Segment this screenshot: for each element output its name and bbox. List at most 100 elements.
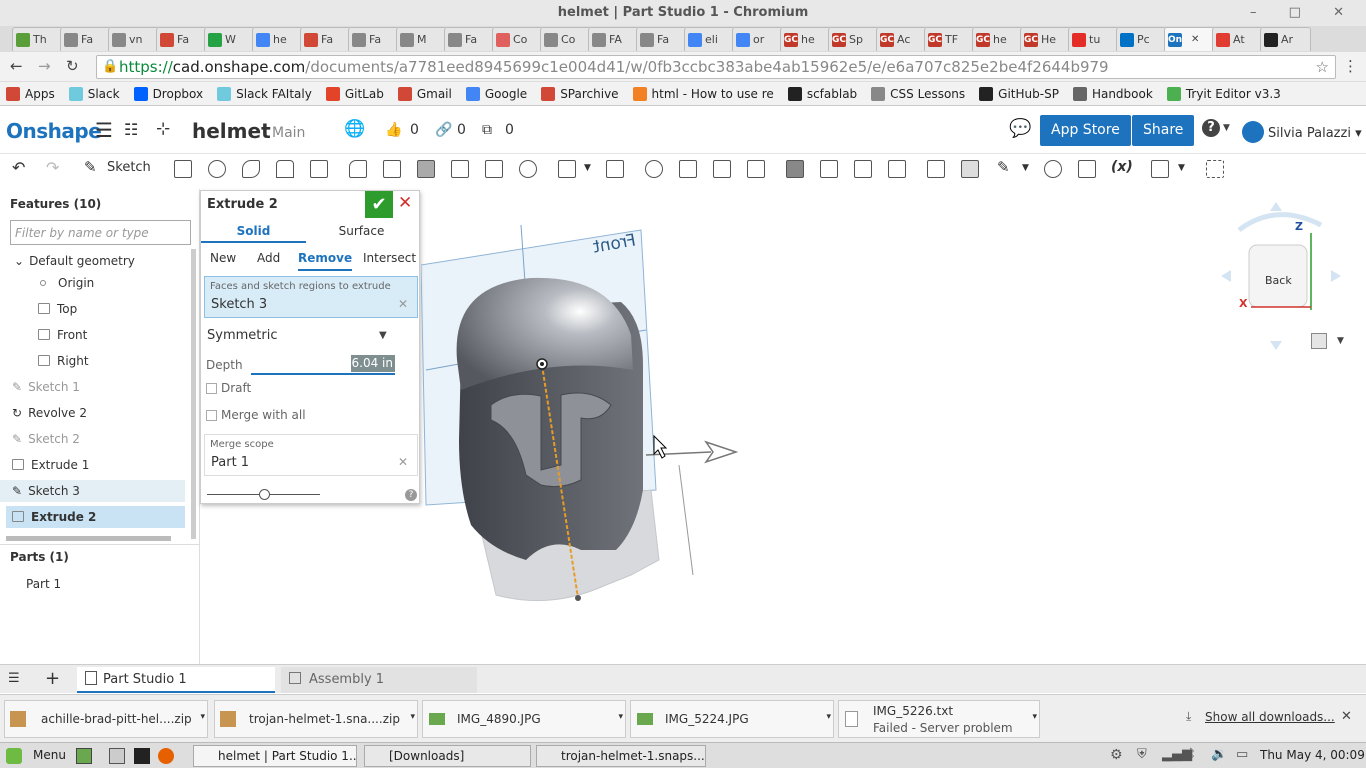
browser-menu-icon[interactable]: ⋮ [1343, 57, 1358, 75]
feature-sketch-2[interactable]: ✎ Sketch 2 [0, 428, 185, 450]
feature-chevron-down-icon[interactable]: ▼ [1178, 163, 1185, 173]
feature-origin[interactable]: Origin [0, 272, 185, 294]
feature-list-hscrollbar[interactable] [6, 536, 171, 541]
browser-tab[interactable]: Co [492, 27, 543, 51]
thicken-icon[interactable] [310, 160, 328, 178]
browser-tab[interactable]: W [204, 27, 255, 51]
browser-tab[interactable]: Ar [1260, 27, 1311, 51]
forward-icon[interactable]: → [38, 57, 51, 75]
bookmark-item[interactable]: Slack [68, 86, 120, 101]
feature-front-plane[interactable]: Front [0, 324, 185, 346]
reload-icon[interactable]: ↻ [66, 57, 79, 75]
delete-part-icon[interactable] [747, 160, 765, 178]
bookmark-item[interactable]: CSS Lessons [871, 86, 965, 101]
hole-icon[interactable] [519, 160, 537, 178]
browser-tab[interactable]: Fa [300, 27, 351, 51]
close-tab-icon[interactable]: ✕ [1191, 34, 1199, 45]
op-new[interactable]: New [210, 251, 236, 265]
bookmark-item[interactable]: Gmail [397, 86, 452, 101]
graphics-viewport[interactable]: Front Back Z X ▼ [420, 190, 1366, 664]
add-custom-feature-icon[interactable] [1206, 160, 1224, 178]
end-type-select[interactable]: Symmetric [207, 328, 277, 343]
bookmark-item[interactable]: Tryit Editor v3.3 [1166, 86, 1281, 101]
app-store-button[interactable]: App Store [1040, 115, 1131, 146]
task-archive[interactable]: trojan-helmet-1.snaps... [536, 745, 706, 767]
document-name[interactable]: helmet [192, 119, 271, 143]
chamfer-icon[interactable] [383, 160, 401, 178]
add-tab-icon[interactable]: + [45, 668, 60, 689]
comments-icon[interactable]: 💬 [1009, 118, 1031, 139]
browser-tab[interactable]: Fa [444, 27, 495, 51]
bluetooth-icon[interactable]: ᛒ [1188, 747, 1196, 762]
help-chevron-down-icon[interactable]: ▼ [1223, 123, 1230, 133]
draft-icon[interactable] [417, 160, 435, 178]
op-add[interactable]: Add [257, 251, 280, 265]
back-icon[interactable]: ← [10, 57, 23, 75]
copy-icon[interactable]: ⧉ [482, 122, 492, 138]
firefox-icon[interactable] [158, 748, 174, 764]
browser-tab[interactable]: vn [108, 27, 159, 51]
op-remove[interactable]: Remove [298, 251, 353, 271]
confirm-check-icon[interactable]: ✔ [365, 191, 393, 218]
merge-all-checkbox[interactable] [206, 410, 217, 421]
download-item[interactable]: IMG_4890.JPG ▾ [422, 700, 626, 738]
undo-icon[interactable]: ↶ [12, 158, 25, 177]
version-list-icon[interactable]: ☷ [124, 120, 138, 139]
pattern-icon[interactable] [558, 160, 576, 178]
help-icon[interactable]: ? [1202, 119, 1220, 137]
browser-tab[interactable]: At [1212, 27, 1263, 51]
hamburger-menu-icon[interactable]: ☰ [95, 118, 113, 142]
feature-studio-icon[interactable] [1151, 160, 1169, 178]
browser-tab[interactable]: eli [684, 27, 735, 51]
like-icon[interactable]: 👍 [385, 122, 402, 138]
view-cube[interactable]: Back Z X [1221, 200, 1341, 350]
bookmark-star-icon[interactable]: ☆ [1316, 56, 1329, 78]
task-chromium[interactable]: helmet | Part Studio 1... [193, 745, 357, 767]
feature-list-scrollbar[interactable] [191, 249, 196, 539]
dialog-help-icon[interactable]: ? [405, 489, 417, 501]
browser-tab[interactable]: Th [12, 27, 63, 51]
revolve-icon[interactable] [208, 160, 226, 178]
browser-tab[interactable]: On ✕ [1164, 27, 1215, 51]
sweep-icon[interactable] [242, 160, 260, 178]
volume-icon[interactable]: 🔉 [1211, 747, 1227, 762]
tab-part-studio-1[interactable]: Part Studio 1 [77, 667, 275, 693]
replace-face-icon[interactable] [888, 160, 906, 178]
bookmark-item[interactable]: Google [465, 86, 527, 101]
shell-icon[interactable] [485, 160, 503, 178]
loft-icon[interactable] [276, 160, 294, 178]
depth-input[interactable]: 6.04 in [351, 355, 395, 372]
end-type-chevron-down-icon[interactable]: ▼ [379, 330, 387, 341]
feature-right-plane[interactable]: Right [0, 350, 185, 372]
browser-tab[interactable]: GC TF [924, 27, 975, 51]
clock[interactable]: Thu May 4, 00:09 [1260, 748, 1365, 762]
globe-icon[interactable]: 🌐 [344, 119, 365, 139]
show-desktop-icon[interactable] [76, 748, 92, 764]
view-options-cube-icon[interactable] [1311, 333, 1327, 349]
shield-icon[interactable]: ⛨ [1137, 747, 1147, 762]
feature-extrude-2[interactable]: Extrude 2 [6, 506, 185, 528]
insert-icon[interactable]: ⊹ [156, 119, 170, 139]
browser-tab[interactable]: he [252, 27, 303, 51]
split-icon[interactable] [679, 160, 697, 178]
bookmark-item[interactable]: Slack FAItaly [217, 86, 312, 101]
mirror-icon[interactable] [606, 160, 624, 178]
bookmark-item[interactable]: Dropbox [133, 86, 203, 101]
plane-icon[interactable] [927, 160, 945, 178]
bookmark-item[interactable]: Apps [6, 86, 55, 101]
sketch-pencil-icon[interactable]: ✎ [84, 158, 97, 176]
address-bar[interactable]: 🔒 https://cad.onshape.com/documents/a7781… [96, 55, 1336, 79]
settings-gear-icon[interactable]: ⚙ [1110, 747, 1123, 763]
sketch-button[interactable]: Sketch [107, 160, 151, 175]
feature-extrude-1[interactable]: Extrude 1 [0, 454, 185, 476]
close-downloads-icon[interactable]: ✕ [1341, 709, 1352, 724]
bookmark-item[interactable]: SParchive [541, 86, 619, 101]
tab-list-icon[interactable]: ☰ [8, 671, 20, 686]
bookmark-item[interactable]: html - How to use re [632, 86, 774, 101]
download-chevron-down-icon[interactable]: ▾ [200, 712, 205, 722]
browser-tab[interactable]: Fa [348, 27, 399, 51]
merge-scope-field[interactable]: Merge scope Part 1 ✕ [204, 434, 418, 476]
browser-tab[interactable]: GC he [972, 27, 1023, 51]
browser-tab[interactable]: FA [588, 27, 639, 51]
bookmark-item[interactable]: GitLab [325, 86, 384, 101]
